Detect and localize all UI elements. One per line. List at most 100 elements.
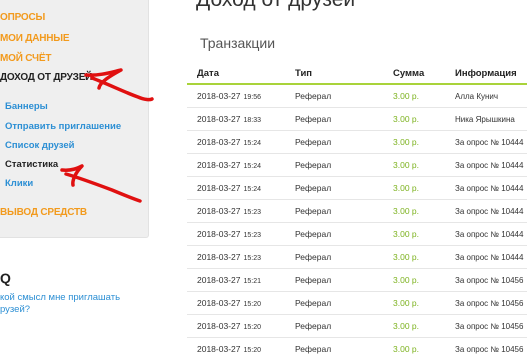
date-value: 2018-03-27 xyxy=(197,321,241,331)
faq-question-link-cont[interactable]: рузей? xyxy=(0,304,30,315)
cell-amount: 3.00 р. xyxy=(393,344,419,354)
section-title: Транзакции xyxy=(200,35,276,51)
cell-date: 2018-03-27 15:23 xyxy=(197,200,261,224)
cell-type: Реферал xyxy=(295,91,332,101)
cell-info: Ника Ярышкина xyxy=(455,115,515,124)
table-row: 2018-03-27 15:24 Реферал 3.00 р. За опрос № … xyxy=(187,131,527,154)
time-value: 15:24 xyxy=(243,186,262,193)
cell-amount: 3.00 р. xyxy=(393,160,419,170)
date-value: 2018-03-27 xyxy=(197,160,241,170)
cell-amount: 3.00 р. xyxy=(393,114,419,124)
time-value: 15:23 xyxy=(243,209,262,216)
table-row: 2018-03-27 15:20 Реферал 3.00 р. За опрос № … xyxy=(187,292,527,315)
cell-info: За опрос № 10456 xyxy=(455,299,524,308)
date-value: 2018-03-27 xyxy=(197,275,241,285)
transactions-table: Дата Тип Сумма Информация 2018-03-27 19:5… xyxy=(187,63,527,357)
cell-info: Алла Кунич xyxy=(455,92,499,101)
cell-type: Реферал xyxy=(295,252,332,262)
date-value: 2018-03-27 xyxy=(197,229,241,239)
table-header: Дата Тип Сумма Информация xyxy=(187,63,527,85)
date-value: 2018-03-27 xyxy=(197,91,241,101)
cell-type: Реферал xyxy=(295,321,332,331)
cell-info: За опрос № 10444 xyxy=(455,207,524,216)
cell-date: 2018-03-27 15:24 xyxy=(197,177,261,201)
time-value: 15:23 xyxy=(243,232,262,239)
cell-date: 2018-03-27 15:20 xyxy=(197,292,261,316)
cell-date: 2018-03-27 15:23 xyxy=(197,246,261,270)
time-value: 15:20 xyxy=(243,324,262,331)
column-header-date[interactable]: Дата xyxy=(197,63,219,85)
date-value: 2018-03-27 xyxy=(197,344,241,354)
faq-question-link[interactable]: кой смысл мне приглашать xyxy=(0,292,120,303)
cell-amount: 3.00 р. xyxy=(393,275,419,285)
table-row: 2018-03-27 15:24 Реферал 3.00 р. За опрос № … xyxy=(187,177,527,200)
table-row: 2018-03-27 15:20 Реферал 3.00 р. За опрос № … xyxy=(187,338,527,357)
time-value: 15:24 xyxy=(243,140,262,147)
cell-info: За опрос № 10444 xyxy=(455,253,524,262)
cell-date: 2018-03-27 15:20 xyxy=(197,338,261,357)
table-row: 2018-03-27 15:23 Реферал 3.00 р. За опрос № … xyxy=(187,246,527,269)
table-row: 2018-03-27 15:24 Реферал 3.00 р. За опрос № … xyxy=(187,154,527,177)
date-value: 2018-03-27 xyxy=(197,114,241,124)
time-value: 18:33 xyxy=(243,117,262,124)
submenu-item-friends-list[interactable]: Список друзей xyxy=(5,140,75,151)
cell-type: Реферал xyxy=(295,298,332,308)
menu-item-withdraw[interactable]: ВЫВОД СРЕДСТВ xyxy=(0,207,87,218)
column-header-type[interactable]: Тип xyxy=(295,63,312,85)
submenu-item-send-invite[interactable]: Отправить приглашение xyxy=(5,121,121,132)
cell-amount: 3.00 р. xyxy=(393,298,419,308)
time-value: 15:24 xyxy=(243,163,262,170)
cell-date: 2018-03-27 18:33 xyxy=(197,108,261,132)
menu-item-my-data[interactable]: МОИ ДАННЫЕ xyxy=(0,33,70,44)
date-value: 2018-03-27 xyxy=(197,183,241,193)
cell-type: Реферал xyxy=(295,275,332,285)
column-header-amount[interactable]: Сумма xyxy=(393,63,424,85)
cell-info: За опрос № 10444 xyxy=(455,161,524,170)
date-value: 2018-03-27 xyxy=(197,137,241,147)
cell-info: За опрос № 10456 xyxy=(455,276,524,285)
submenu-item-clicks[interactable]: Клики xyxy=(5,178,33,189)
cell-type: Реферал xyxy=(295,183,332,193)
time-value: 15:23 xyxy=(243,255,262,262)
cell-info: За опрос № 10444 xyxy=(455,184,524,193)
cell-type: Реферал xyxy=(295,114,332,124)
cell-type: Реферал xyxy=(295,206,332,216)
time-value: 15:20 xyxy=(243,301,262,308)
cell-type: Реферал xyxy=(295,160,332,170)
date-value: 2018-03-27 xyxy=(197,298,241,308)
time-value: 19:56 xyxy=(243,94,262,101)
submenu-item-statistics[interactable]: Статистика xyxy=(5,159,58,170)
cell-amount: 3.00 р. xyxy=(393,321,419,331)
table-row: 2018-03-27 18:33 Реферал 3.00 р. Ника Ярышки… xyxy=(187,108,527,131)
menu-item-surveys[interactable]: ОПРОСЫ xyxy=(0,12,45,23)
cell-amount: 3.00 р. xyxy=(393,91,419,101)
date-value: 2018-03-27 xyxy=(197,206,241,216)
cell-info: За опрос № 10456 xyxy=(455,345,524,354)
menu-item-friends-income[interactable]: ДОХОД ОТ ДРУЗЕЙ xyxy=(0,72,92,83)
page-title: Доход от друзей xyxy=(196,0,355,12)
cell-date: 2018-03-27 15:23 xyxy=(197,223,261,247)
table-row: 2018-03-27 15:23 Реферал 3.00 р. За опрос № … xyxy=(187,200,527,223)
cell-date: 2018-03-27 15:24 xyxy=(197,131,261,155)
cell-info: За опрос № 10444 xyxy=(455,230,524,239)
table-body: 2018-03-27 19:56 Реферал 3.00 р. Алла Кунич 2… xyxy=(187,85,527,357)
cell-date: 2018-03-27 15:20 xyxy=(197,315,261,339)
menu-item-my-account[interactable]: МОЙ СЧЁТ xyxy=(0,53,51,64)
cell-info: За опрос № 10444 xyxy=(455,138,524,147)
table-row: 2018-03-27 15:23 Реферал 3.00 р. За опрос № … xyxy=(187,223,527,246)
cell-amount: 3.00 р. xyxy=(393,229,419,239)
table-row: 2018-03-27 19:56 Реферал 3.00 р. Алла Кунич xyxy=(187,85,527,108)
column-header-info[interactable]: Информация xyxy=(455,63,517,85)
submenu-item-banners[interactable]: Баннеры xyxy=(5,101,48,112)
cell-date: 2018-03-27 19:56 xyxy=(197,85,261,109)
time-value: 15:21 xyxy=(243,278,262,285)
table-row: 2018-03-27 15:20 Реферал 3.00 р. За опрос № … xyxy=(187,315,527,338)
cell-amount: 3.00 р. xyxy=(393,206,419,216)
cell-type: Реферал xyxy=(295,229,332,239)
cell-date: 2018-03-27 15:24 xyxy=(197,154,261,178)
cell-type: Реферал xyxy=(295,344,332,354)
table-row: 2018-03-27 15:21 Реферал 3.00 р. За опрос № … xyxy=(187,269,527,292)
cell-amount: 3.00 р. xyxy=(393,137,419,147)
sidebar: ОПРОСЫ МОИ ДАННЫЕ МОЙ СЧЁТ ДОХОД ОТ ДРУЗ… xyxy=(0,0,149,238)
cell-date: 2018-03-27 15:21 xyxy=(197,269,261,293)
